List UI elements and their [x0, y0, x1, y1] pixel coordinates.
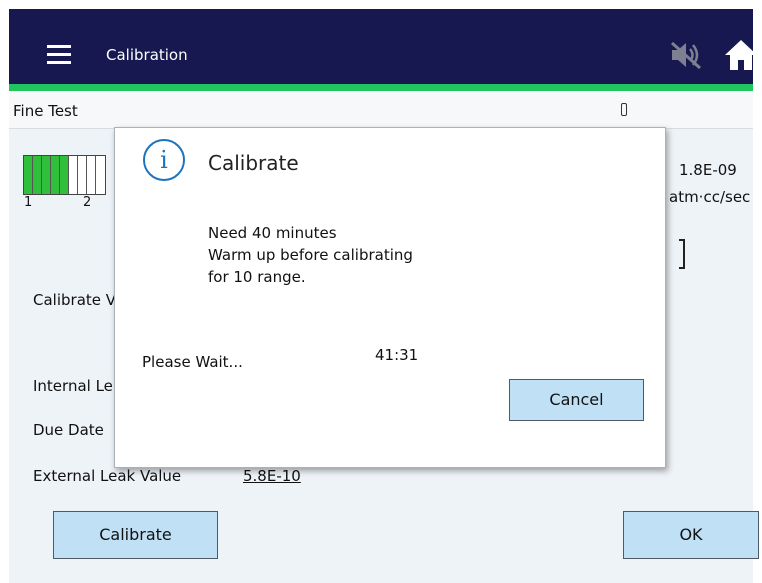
calibrate-dialog: i Calibrate Need 40 minutes Warm up befo… [114, 127, 666, 468]
page-title: Calibration [106, 46, 188, 64]
speaker-muted-icon[interactable] [669, 40, 703, 74]
hamburger-menu-icon[interactable] [47, 45, 71, 65]
dialog-title: Calibrate [208, 151, 299, 175]
calibrate-button[interactable]: Calibrate [53, 511, 218, 559]
dialog-message-line: Warm up before calibrating [208, 246, 413, 264]
range-label-1: 1 [24, 195, 33, 210]
wait-status-text: Please Wait... [142, 353, 243, 371]
range-segment [69, 156, 78, 194]
calibrate-value-label: Calibrate V [33, 291, 117, 309]
cancel-button[interactable]: Cancel [509, 379, 644, 421]
range-segment [87, 156, 96, 194]
info-icon: i [143, 139, 185, 181]
range-segment [60, 156, 69, 194]
range-indicator [23, 155, 106, 195]
due-date-label: Due Date [33, 421, 104, 439]
header-accent-strip [9, 84, 753, 91]
probe-icon [621, 103, 627, 116]
leak-rate-units: atm·cc/sec [669, 188, 751, 206]
internal-leak-label: Internal Le [33, 377, 113, 395]
range-segment [42, 156, 51, 194]
range-segment [78, 156, 87, 194]
dialog-message-line: Need 40 minutes [208, 224, 337, 242]
app-header: Calibration [9, 9, 757, 84]
home-icon[interactable] [724, 39, 758, 75]
countdown-timer: 41:31 [375, 346, 419, 364]
external-leak-label: External Leak Value [33, 467, 182, 485]
range-segment [96, 156, 105, 194]
test-mode-label: Fine Test [13, 102, 78, 120]
range-segment [51, 156, 60, 194]
range-label-2: 2 [83, 195, 92, 210]
range-segment [24, 156, 33, 194]
external-leak-value[interactable]: 5.8E-10 [243, 467, 301, 485]
test-mode-bar: Fine Test [9, 91, 753, 129]
dialog-message-line: for 10 range. [208, 268, 306, 286]
range-segment [33, 156, 42, 194]
leak-rate-reading: 1.8E-09 [679, 161, 737, 179]
ok-button[interactable]: OK [623, 511, 759, 559]
reading-frame [679, 239, 685, 269]
